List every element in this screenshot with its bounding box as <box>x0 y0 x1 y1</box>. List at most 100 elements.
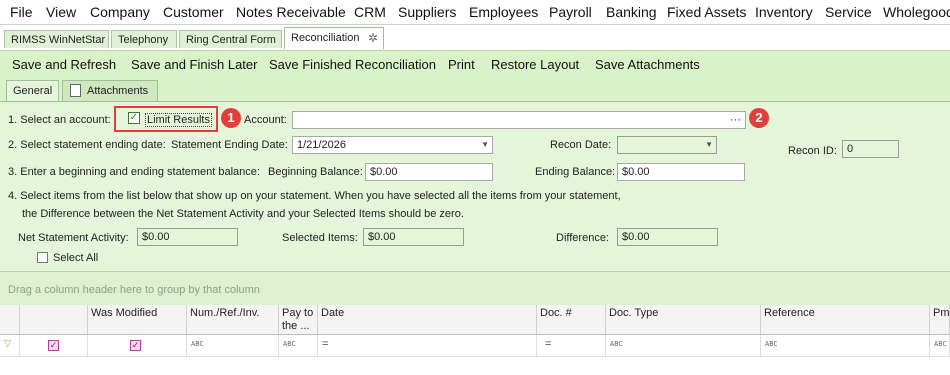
difference-field: $0.00 <box>617 228 718 246</box>
column-header-date[interactable]: Date <box>318 305 537 335</box>
column-header-pay-to[interactable]: Pay to the ... <box>279 305 318 335</box>
tab-reconciliation-label: Reconciliation <box>291 32 360 44</box>
select-all-label: Select All <box>53 252 99 264</box>
filter-row-indicator: ▽ <box>0 335 20 357</box>
filter-pmt[interactable]: ABC <box>930 335 950 357</box>
menu-employees[interactable]: Employees <box>469 4 538 20</box>
step4-line2: the Difference between the Net Statement… <box>22 208 464 220</box>
beginning-balance-label: Beginning Balance: <box>268 166 363 178</box>
account-field[interactable]: ··· <box>292 111 746 129</box>
document-tab-strip: RIMSS WinNetStar Telephony Ring Central … <box>0 25 950 51</box>
save-and-finish-later-button[interactable]: Save and Finish Later <box>131 57 257 72</box>
restore-layout-button[interactable]: Restore Layout <box>491 57 579 72</box>
group-by-hint: Drag a column header here to group by th… <box>8 284 260 296</box>
menu-wholegood[interactable]: Wholegood <box>883 4 950 20</box>
chevron-down-icon[interactable]: ▼ <box>481 137 489 153</box>
tab-attachments[interactable]: Attachments <box>62 80 158 101</box>
group-by-panel[interactable]: Drag a column header here to group by th… <box>0 271 950 307</box>
transactions-grid: Was Modified Num./Ref./Inv. Pay to the .… <box>0 305 950 375</box>
menu-company[interactable]: Company <box>90 4 150 20</box>
menu-crm[interactable]: CRM <box>354 4 386 20</box>
menu-banking[interactable]: Banking <box>606 4 657 20</box>
step4-line1: 4. Select items from the list below that… <box>8 190 621 202</box>
print-button[interactable]: Print <box>448 57 475 72</box>
tab-ring-central-form[interactable]: Ring Central Form <box>179 30 282 48</box>
text-filter-icon: ABC <box>283 340 296 348</box>
reconciliation-form: 1. Select an account: ✓ Limit Results 1 … <box>0 101 950 272</box>
column-header-indicator[interactable] <box>0 305 20 335</box>
filter-num-ref-inv[interactable]: ABC <box>187 335 279 357</box>
filter-pay-to[interactable]: ABC <box>279 335 318 357</box>
toolbar: Save and Refresh Save and Finish Later S… <box>0 51 950 79</box>
text-filter-icon: ABC <box>610 340 623 348</box>
menu-view[interactable]: View <box>46 4 76 20</box>
tab-reconciliation[interactable]: Reconciliation ✲ <box>284 27 384 49</box>
document-icon <box>70 84 81 97</box>
save-finished-reconciliation-button[interactable]: Save Finished Reconciliation <box>269 57 436 72</box>
save-and-refresh-button[interactable]: Save and Refresh <box>12 57 116 72</box>
menu-fixed-assets[interactable]: Fixed Assets <box>667 4 746 20</box>
menu-payroll[interactable]: Payroll <box>549 4 592 20</box>
limit-results-label: Limit Results <box>145 113 212 127</box>
menu-file[interactable]: File <box>10 4 33 20</box>
selected-items-label: Selected Items: <box>282 232 358 244</box>
account-browse-button[interactable]: ··· <box>730 112 741 128</box>
menu-service[interactable]: Service <box>825 4 872 20</box>
step2-label: 2. Select statement ending date: <box>8 139 166 151</box>
net-statement-activity-field: $0.00 <box>137 228 238 246</box>
recon-date-label: Recon Date: <box>550 139 612 151</box>
filter-doc-number[interactable]: = <box>537 335 606 357</box>
filter-date[interactable]: = <box>318 335 537 357</box>
menu-bar: File View Company Customer Notes Receiva… <box>0 0 950 25</box>
select-all-checkbox[interactable] <box>37 252 48 263</box>
statement-ending-date-value: 1/21/2026 <box>297 139 346 151</box>
close-tab-icon[interactable]: ✲ <box>368 28 378 48</box>
menu-customer[interactable]: Customer <box>163 4 224 20</box>
tab-telephony[interactable]: Telephony <box>111 30 177 48</box>
column-header-reference[interactable]: Reference <box>761 305 930 335</box>
ending-balance-field[interactable]: $0.00 <box>617 163 745 181</box>
recon-id-field: 0 <box>842 140 899 158</box>
ending-balance-label: Ending Balance: <box>535 166 616 178</box>
column-header-pmt[interactable]: Pmt <box>930 305 950 335</box>
callout-badge-1: 1 <box>221 108 241 128</box>
net-statement-activity-label: Net Statement Activity: <box>18 232 129 244</box>
column-header-select[interactable] <box>20 305 88 335</box>
chevron-down-icon[interactable]: ▼ <box>705 137 713 153</box>
difference-label: Difference: <box>556 232 609 244</box>
column-header-doc-number[interactable]: Doc. # <box>537 305 606 335</box>
account-label: Account: <box>244 114 287 126</box>
equals-filter-icon: = <box>545 338 552 350</box>
limit-results-checkbox[interactable]: ✓ <box>128 112 140 124</box>
filter-select-checkbox[interactable]: ✓ <box>48 340 59 351</box>
column-header-was-modified[interactable]: Was Modified <box>88 305 187 335</box>
callout-badge-2: 2 <box>749 108 769 128</box>
save-attachments-button[interactable]: Save Attachments <box>595 57 700 72</box>
statement-ending-date-label: Statement Ending Date: <box>171 139 288 151</box>
filter-reference[interactable]: ABC <box>761 335 930 357</box>
step1-label: 1. Select an account: <box>8 114 111 126</box>
text-filter-icon: ABC <box>765 340 778 348</box>
column-header-doc-type[interactable]: Doc. Type <box>606 305 761 335</box>
menu-notes-receivable[interactable]: Notes Receivable <box>236 4 346 20</box>
tab-general[interactable]: General <box>6 80 59 101</box>
beginning-balance-field[interactable]: $0.00 <box>365 163 493 181</box>
selected-items-field: $0.00 <box>363 228 464 246</box>
column-header-num-ref-inv[interactable]: Num./Ref./Inv. <box>187 305 279 335</box>
recon-date-field[interactable]: ▼ <box>617 136 717 154</box>
step3-label: 3. Enter a beginning and ending statemen… <box>8 166 260 178</box>
tab-attachments-label: Attachments <box>87 85 149 97</box>
filter-was-modified[interactable]: ✓ <box>88 335 187 357</box>
text-filter-icon: ABC <box>191 340 204 348</box>
equals-filter-icon: = <box>322 338 329 350</box>
recon-id-label: Recon ID: <box>788 145 837 157</box>
tab-rimss-winnetstar[interactable]: RIMSS WinNetStar <box>4 30 109 48</box>
statement-ending-date-field[interactable]: 1/21/2026 ▼ <box>292 136 493 154</box>
text-filter-icon: ABC <box>934 340 947 348</box>
menu-suppliers[interactable]: Suppliers <box>398 4 456 20</box>
menu-inventory[interactable]: Inventory <box>755 4 813 20</box>
filter-icon: ▽ <box>4 338 11 348</box>
filter-select[interactable]: ✓ <box>20 335 88 357</box>
filter-doc-type[interactable]: ABC <box>606 335 761 357</box>
filter-was-modified-checkbox[interactable]: ✓ <box>130 340 141 351</box>
